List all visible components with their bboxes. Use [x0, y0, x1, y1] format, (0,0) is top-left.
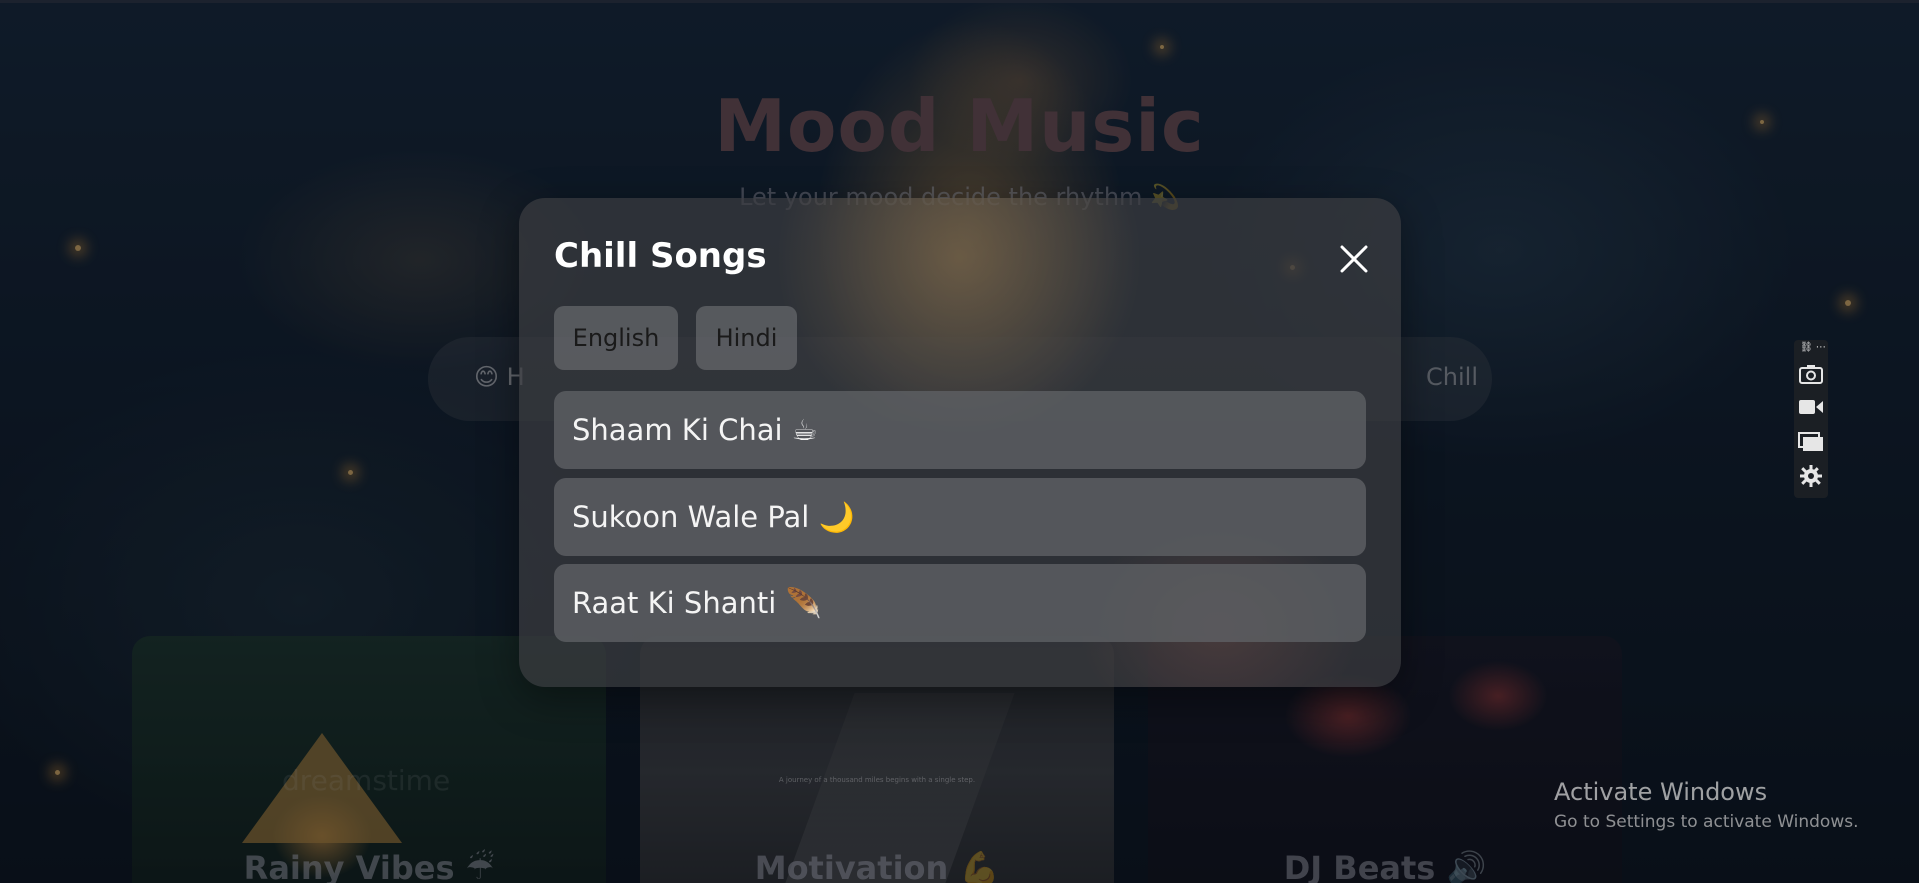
song-title: Raat Ki Shanti 🪶 [572, 586, 822, 620]
gear-icon[interactable] [1794, 460, 1828, 497]
modal-title: Chill Songs [554, 236, 767, 276]
english-filter-button[interactable]: English [554, 306, 678, 370]
capture-toolbar: ⛓ ⋯ [1794, 340, 1828, 498]
song-item[interactable]: Raat Ki Shanti 🪶 [554, 564, 1366, 642]
camera-icon[interactable] [1794, 358, 1828, 393]
hindi-filter-button[interactable]: Hindi [696, 306, 797, 370]
link-more-icon[interactable]: ⛓ ⋯ [1800, 342, 1826, 354]
video-icon[interactable] [1794, 392, 1828, 425]
song-title: Sukoon Wale Pal 🌙 [572, 500, 855, 534]
chill-songs-modal: Chill Songs English Hindi Shaam Ki Chai … [519, 198, 1401, 687]
activate-windows-title: Activate Windows [1554, 778, 1768, 806]
song-title: Shaam Ki Chai ☕ [572, 413, 818, 447]
song-item[interactable]: Sukoon Wale Pal 🌙 [554, 478, 1366, 556]
song-item[interactable]: Shaam Ki Chai ☕ [554, 391, 1366, 469]
close-icon[interactable] [1337, 242, 1371, 276]
activate-windows-subtitle: Go to Settings to activate Windows. [1554, 812, 1859, 832]
window-icon[interactable] [1794, 426, 1828, 461]
